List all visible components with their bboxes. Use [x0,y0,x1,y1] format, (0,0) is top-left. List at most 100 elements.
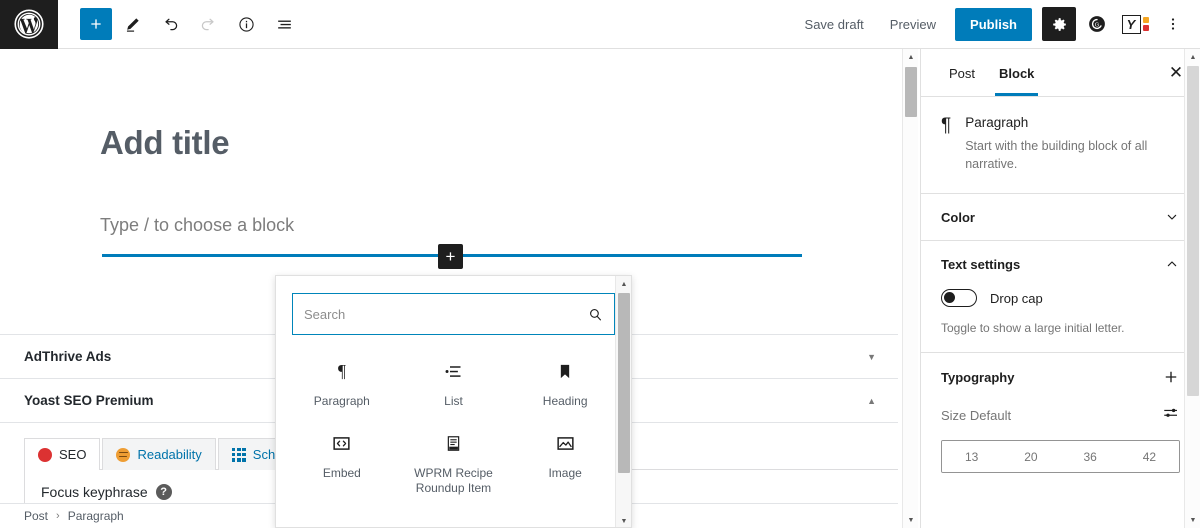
section-color-header[interactable]: Color [941,209,1180,225]
sliders-icon[interactable] [1162,404,1180,427]
scrollbar-thumb[interactable] [618,293,630,473]
breadcrumb-item-post[interactable]: Post [24,509,48,523]
scroll-up-arrow-icon[interactable]: ▲ [616,276,631,292]
drop-cap-row: Drop cap [941,289,1180,308]
details-info-button[interactable] [228,6,264,42]
sidebar-scrollbar[interactable]: ▲ ▼ [1184,49,1200,528]
block-card-title: Paragraph [965,115,1029,130]
section-color: Color [921,194,1200,242]
section-text-settings-header[interactable]: Text settings [941,256,1180,272]
settings-sidebar-toggle[interactable] [1042,7,1076,41]
paragraph-block-placeholder[interactable]: Type / to choose a block [100,215,294,236]
breadcrumb-item-paragraph[interactable]: Paragraph [68,509,124,523]
search-input[interactable] [293,294,576,334]
redo-icon [201,18,214,30]
yoast-tab-label: Readability [137,447,202,462]
block-item-label: Heading [542,394,588,408]
paragraph-icon: ¶ [941,115,952,136]
meta-panel-title: Yoast SEO Premium [24,393,154,408]
section-typography-header[interactable]: Typography [941,368,1180,386]
redo-button[interactable] [190,6,226,42]
question-mark-icon[interactable]: ? [155,484,172,500]
plus-icon[interactable] [1162,368,1180,386]
search-icon[interactable] [576,294,614,334]
font-size-option-42[interactable]: 42 [1119,441,1179,473]
block-inserter-toggle-button[interactable] [80,8,112,40]
list-view-icon [277,20,291,29]
focus-keyphrase-label: Focus keyphrase [41,484,148,500]
list-view-button[interactable] [266,6,302,42]
publish-button[interactable]: Publish [955,7,1032,41]
block-item-image[interactable]: Image [509,423,621,504]
block-card-description: Start with the building block of all nar… [965,139,1148,172]
grid-icon [231,447,246,462]
yoast-tab-readability[interactable]: Readability [102,438,216,470]
block-type-grid: ¶ Paragraph List Heading Embed WPRM Reci… [276,335,631,504]
pencil-icon [126,17,139,32]
font-size-label: Size Default [941,408,1012,424]
editor-scrollbar[interactable]: ▲ ▼ [902,49,918,528]
scroll-up-arrow-icon[interactable]: ▲ [903,49,919,65]
recipe-document-icon [444,431,463,455]
chevron-up-icon[interactable]: ▲ [867,396,876,406]
drop-cap-label: Drop cap [990,290,1043,306]
heading-bookmark-icon [555,359,575,383]
gear-icon [1052,17,1066,31]
scroll-down-arrow-icon[interactable]: ▼ [1185,512,1200,528]
list-icon [443,359,464,383]
inline-inserter-button[interactable]: + [438,244,463,269]
block-item-heading[interactable]: Heading [509,351,621,417]
yoast-letter: Y [1121,14,1141,34]
svg-text:¶: ¶ [338,361,346,381]
chevron-up-icon[interactable] [1164,256,1180,272]
scrollbar-thumb[interactable] [1187,66,1199,396]
plus-icon [91,19,101,29]
block-item-label: Paragraph [313,394,370,408]
block-item-wprm-recipe-roundup-item[interactable]: WPRM Recipe Roundup Item [398,423,510,504]
scroll-up-arrow-icon[interactable]: ▲ [1185,49,1200,65]
post-title-input[interactable]: Add title [100,124,230,162]
save-draft-button[interactable]: Save draft [794,9,875,40]
block-item-embed[interactable]: Embed [286,423,398,504]
block-inserter-popup: ¶ Paragraph List [275,275,632,528]
block-item-label: List [444,394,463,408]
grammarly-button[interactable]: G [1080,7,1114,41]
wordpress-logo-icon[interactable] [0,0,58,49]
yoast-tab-seo[interactable]: SEO [24,438,101,470]
preview-button[interactable]: Preview [879,9,947,40]
scrollbar-thumb[interactable] [905,67,917,117]
more-menu-button[interactable] [1156,7,1190,41]
grammarly-icon: G [1089,16,1105,32]
section-title: Typography [941,369,1015,385]
inserter-search-box[interactable] [292,293,615,335]
font-size-option-20[interactable]: 20 [1001,441,1061,473]
block-item-label: Embed [322,466,361,480]
drop-cap-toggle[interactable] [941,289,977,308]
block-item-paragraph[interactable]: ¶ Paragraph [286,351,398,417]
inserter-scrollbar[interactable]: ▲ ▼ [615,276,631,527]
breadcrumb-separator-icon: › [56,510,60,522]
yoast-logo-icon: Y [1121,14,1149,34]
block-item-label: Image [548,466,582,480]
vertical-ellipsis-icon [1171,18,1175,30]
top-bar-right-actions: Save draft Preview Publish G Y [794,7,1200,41]
section-title: Text settings [941,256,1021,272]
chevron-down-icon[interactable]: ▼ [867,352,876,362]
tab-post[interactable]: Post [937,51,987,95]
font-size-option-36[interactable]: 36 [1060,441,1120,473]
tools-pencil-button[interactable] [114,6,150,42]
toggle-knob [944,292,955,304]
tab-block[interactable]: Block [987,51,1046,96]
inserter-search-area [276,276,631,335]
block-item-list[interactable]: List [398,351,510,417]
font-size-option-13[interactable]: 13 [942,441,1002,473]
chevron-down-icon[interactable] [1164,209,1180,225]
svg-text:G: G [1095,22,1100,28]
settings-sidebar: Post Block ✕ ¶ Paragraph Start with the … [920,49,1200,528]
scroll-down-arrow-icon[interactable]: ▼ [616,513,631,527]
scroll-down-arrow-icon[interactable]: ▼ [903,512,919,528]
undo-button[interactable] [152,6,188,42]
paragraph-icon: ¶ [332,359,352,383]
info-icon [238,16,254,32]
yoast-seo-button[interactable]: Y [1118,7,1152,41]
